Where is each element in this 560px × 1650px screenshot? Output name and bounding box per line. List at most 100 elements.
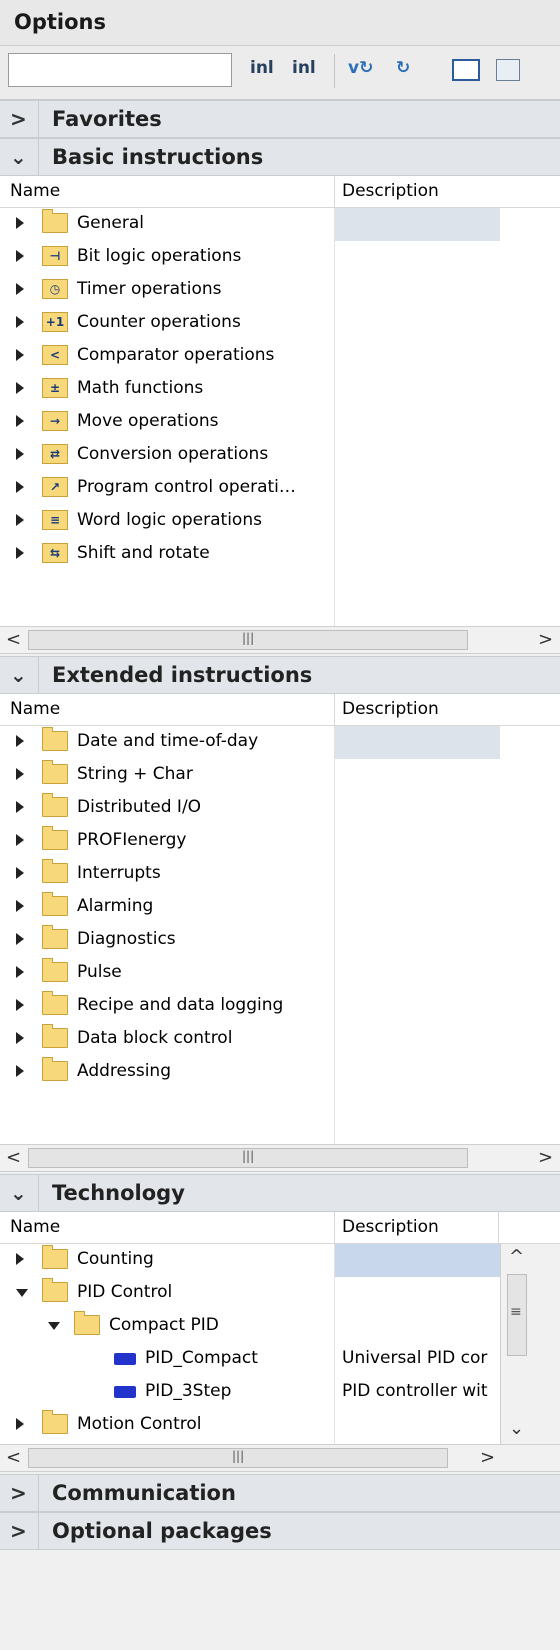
folder-icon (42, 892, 68, 916)
list-item-label: PROFIenergy (77, 830, 187, 850)
expand-arrow-icon[interactable] (16, 933, 24, 945)
tree-folder-item[interactable]: PID Control (0, 1277, 560, 1310)
list-item[interactable]: ⇆ Shift and rotate (0, 538, 560, 571)
tree-folder-item[interactable]: Compact PID (0, 1310, 560, 1343)
expand-arrow-icon[interactable] (16, 415, 24, 427)
expand-arrow-icon[interactable] (16, 966, 24, 978)
column-name[interactable]: Name (10, 181, 60, 201)
extended-instructions-list: Date and time-of-day String + Char Distrib… (0, 726, 560, 1144)
folder-icon (42, 826, 68, 850)
tree-block-item[interactable]: PID_3Step PID controller wit (0, 1376, 560, 1409)
scroll-left-icon[interactable]: < (6, 629, 21, 650)
expand-arrow-icon[interactable] (16, 999, 24, 1011)
list-item[interactable]: → Move operations (0, 406, 560, 439)
list-item[interactable]: < Comparator operations (0, 340, 560, 373)
column-divider[interactable] (334, 1212, 335, 1244)
expand-arrow-icon[interactable] (16, 349, 24, 361)
list-view-icon[interactable] (496, 59, 520, 81)
column-divider[interactable] (334, 176, 335, 208)
expand-arrow-icon[interactable] (16, 1418, 24, 1430)
technology-header[interactable]: ⌄ Technology (0, 1174, 560, 1212)
collapse-arrow-icon[interactable] (16, 1289, 28, 1297)
technology-horizontal-scrollbar[interactable]: < ||| > (0, 1444, 560, 1472)
tree-folder-item[interactable]: Counting (0, 1244, 560, 1277)
communication-header[interactable]: > Communication (0, 1474, 560, 1512)
technology-vertical-scrollbar[interactable]: ^ ≡ ⌄ (500, 1244, 560, 1444)
header-separator (38, 1175, 39, 1211)
expand-arrow-icon[interactable] (16, 834, 24, 846)
basic-horizontal-scrollbar[interactable]: < ||| > (0, 626, 560, 654)
scroll-right-icon[interactable]: > (538, 629, 553, 650)
search-down-icon[interactable]: inl (250, 58, 274, 84)
list-item-label: Comparator operations (77, 345, 275, 365)
scroll-right-icon[interactable]: > (480, 1447, 495, 1468)
expand-arrow-icon[interactable] (16, 1032, 24, 1044)
extended-instructions-title: Extended instructions (52, 663, 313, 687)
list-item[interactable]: ◷ Timer operations (0, 274, 560, 307)
expand-arrow-icon[interactable] (16, 316, 24, 328)
scroll-right-icon[interactable]: > (538, 1147, 553, 1168)
column-description[interactable]: Description (342, 699, 439, 719)
list-item-label: General (77, 213, 144, 233)
list-item[interactable]: Addressing (0, 1056, 560, 1089)
list-item[interactable]: Date and time-of-day (0, 726, 560, 759)
favorites-header[interactable]: > Favorites (0, 100, 560, 138)
column-name[interactable]: Name (10, 1217, 60, 1237)
extended-horizontal-scrollbar[interactable]: < ||| > (0, 1144, 560, 1172)
expand-arrow-icon[interactable] (16, 547, 24, 559)
list-item[interactable]: General (0, 208, 560, 241)
list-item[interactable]: Alarming (0, 891, 560, 924)
list-item-label: Pulse (77, 962, 122, 982)
expand-arrow-icon[interactable] (16, 801, 24, 813)
expand-arrow-icon[interactable] (16, 250, 24, 262)
scroll-down-icon[interactable]: ⌄ (509, 1418, 524, 1439)
expand-arrow-icon[interactable] (16, 1065, 24, 1077)
list-item[interactable]: Data block control (0, 1023, 560, 1056)
list-item[interactable]: Diagnostics (0, 924, 560, 957)
list-item[interactable]: Distributed I/O (0, 792, 560, 825)
list-item[interactable]: ↗ Program control operati… (0, 472, 560, 505)
list-item[interactable]: PROFIenergy (0, 825, 560, 858)
list-item[interactable]: Recipe and data logging (0, 990, 560, 1023)
list-item[interactable]: ⇄ Conversion operations (0, 439, 560, 472)
list-item[interactable]: Pulse (0, 957, 560, 990)
search-up-icon[interactable]: inl (292, 58, 316, 84)
tree-folder-item[interactable]: Motion Control (0, 1409, 560, 1442)
expand-arrow-icon[interactable] (16, 481, 24, 493)
column-divider[interactable] (498, 1212, 499, 1244)
column-description[interactable]: Description (342, 1217, 439, 1237)
expand-arrow-icon[interactable] (16, 900, 24, 912)
list-item[interactable]: ± Math functions (0, 373, 560, 406)
expand-arrow-icon[interactable] (16, 867, 24, 879)
expand-arrow-icon[interactable] (16, 514, 24, 526)
list-item[interactable]: ≡ Word logic operations (0, 505, 560, 538)
basic-instructions-header[interactable]: ⌄ Basic instructions (0, 138, 560, 176)
folder-icon (42, 991, 68, 1015)
column-name[interactable]: Name (10, 699, 60, 719)
scroll-up-icon[interactable]: ^ (509, 1246, 524, 1267)
list-item[interactable]: ⊣ Bit logic operations (0, 241, 560, 274)
update-version-icon[interactable]: ↻ (396, 58, 410, 84)
expand-arrow-icon[interactable] (16, 283, 24, 295)
expand-arrow-icon[interactable] (16, 1253, 24, 1265)
list-item[interactable]: Interrupts (0, 858, 560, 891)
optional-packages-header[interactable]: > Optional packages (0, 1512, 560, 1550)
list-item-label: Word logic operations (77, 510, 262, 530)
view-pane-icon[interactable] (452, 59, 480, 81)
expand-arrow-icon[interactable] (16, 382, 24, 394)
expand-arrow-icon[interactable] (16, 768, 24, 780)
scroll-left-icon[interactable]: < (6, 1147, 21, 1168)
tree-block-item[interactable]: PID_Compact Universal PID cor (0, 1343, 560, 1376)
change-version-icon[interactable]: v↻ (348, 58, 373, 84)
column-description[interactable]: Description (342, 181, 439, 201)
search-input[interactable] (8, 53, 232, 87)
expand-arrow-icon[interactable] (16, 448, 24, 460)
expand-arrow-icon[interactable] (16, 735, 24, 747)
list-item[interactable]: +1 Counter operations (0, 307, 560, 340)
scroll-left-icon[interactable]: < (6, 1447, 21, 1468)
collapse-arrow-icon[interactable] (48, 1322, 60, 1330)
extended-instructions-header[interactable]: ⌄ Extended instructions (0, 656, 560, 694)
column-divider[interactable] (334, 694, 335, 726)
expand-arrow-icon[interactable] (16, 217, 24, 229)
list-item[interactable]: String + Char (0, 759, 560, 792)
